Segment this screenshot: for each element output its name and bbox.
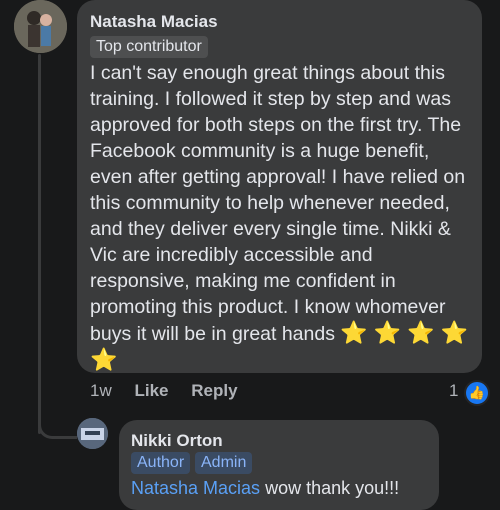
reply-author[interactable]: Nikki Orton	[131, 431, 223, 451]
reaction-count[interactable]: 1	[449, 381, 458, 401]
comment-author[interactable]: Natasha Macias	[90, 12, 218, 32]
mention-link[interactable]: Natasha Macias	[131, 478, 260, 498]
like-button[interactable]: Like	[134, 381, 168, 400]
comment-text: I can't say enough great things about th…	[90, 62, 469, 372]
reply-button[interactable]: Reply	[191, 381, 237, 400]
reply-avatar[interactable]	[77, 418, 108, 449]
author-badge: Author	[131, 452, 191, 474]
top-contributor-badge: Top contributor	[90, 36, 208, 58]
avatar[interactable]	[14, 0, 67, 53]
thread-line	[38, 54, 41, 434]
comment-actions: 1w Like Reply	[90, 381, 256, 401]
comment-time[interactable]: 1w	[90, 381, 112, 400]
reply-connector	[38, 400, 77, 439]
reply-text: Natasha Macias wow thank you!!!	[131, 478, 400, 498]
admin-badge: Admin	[195, 452, 253, 474]
like-icon[interactable]: 👍	[464, 380, 490, 406]
